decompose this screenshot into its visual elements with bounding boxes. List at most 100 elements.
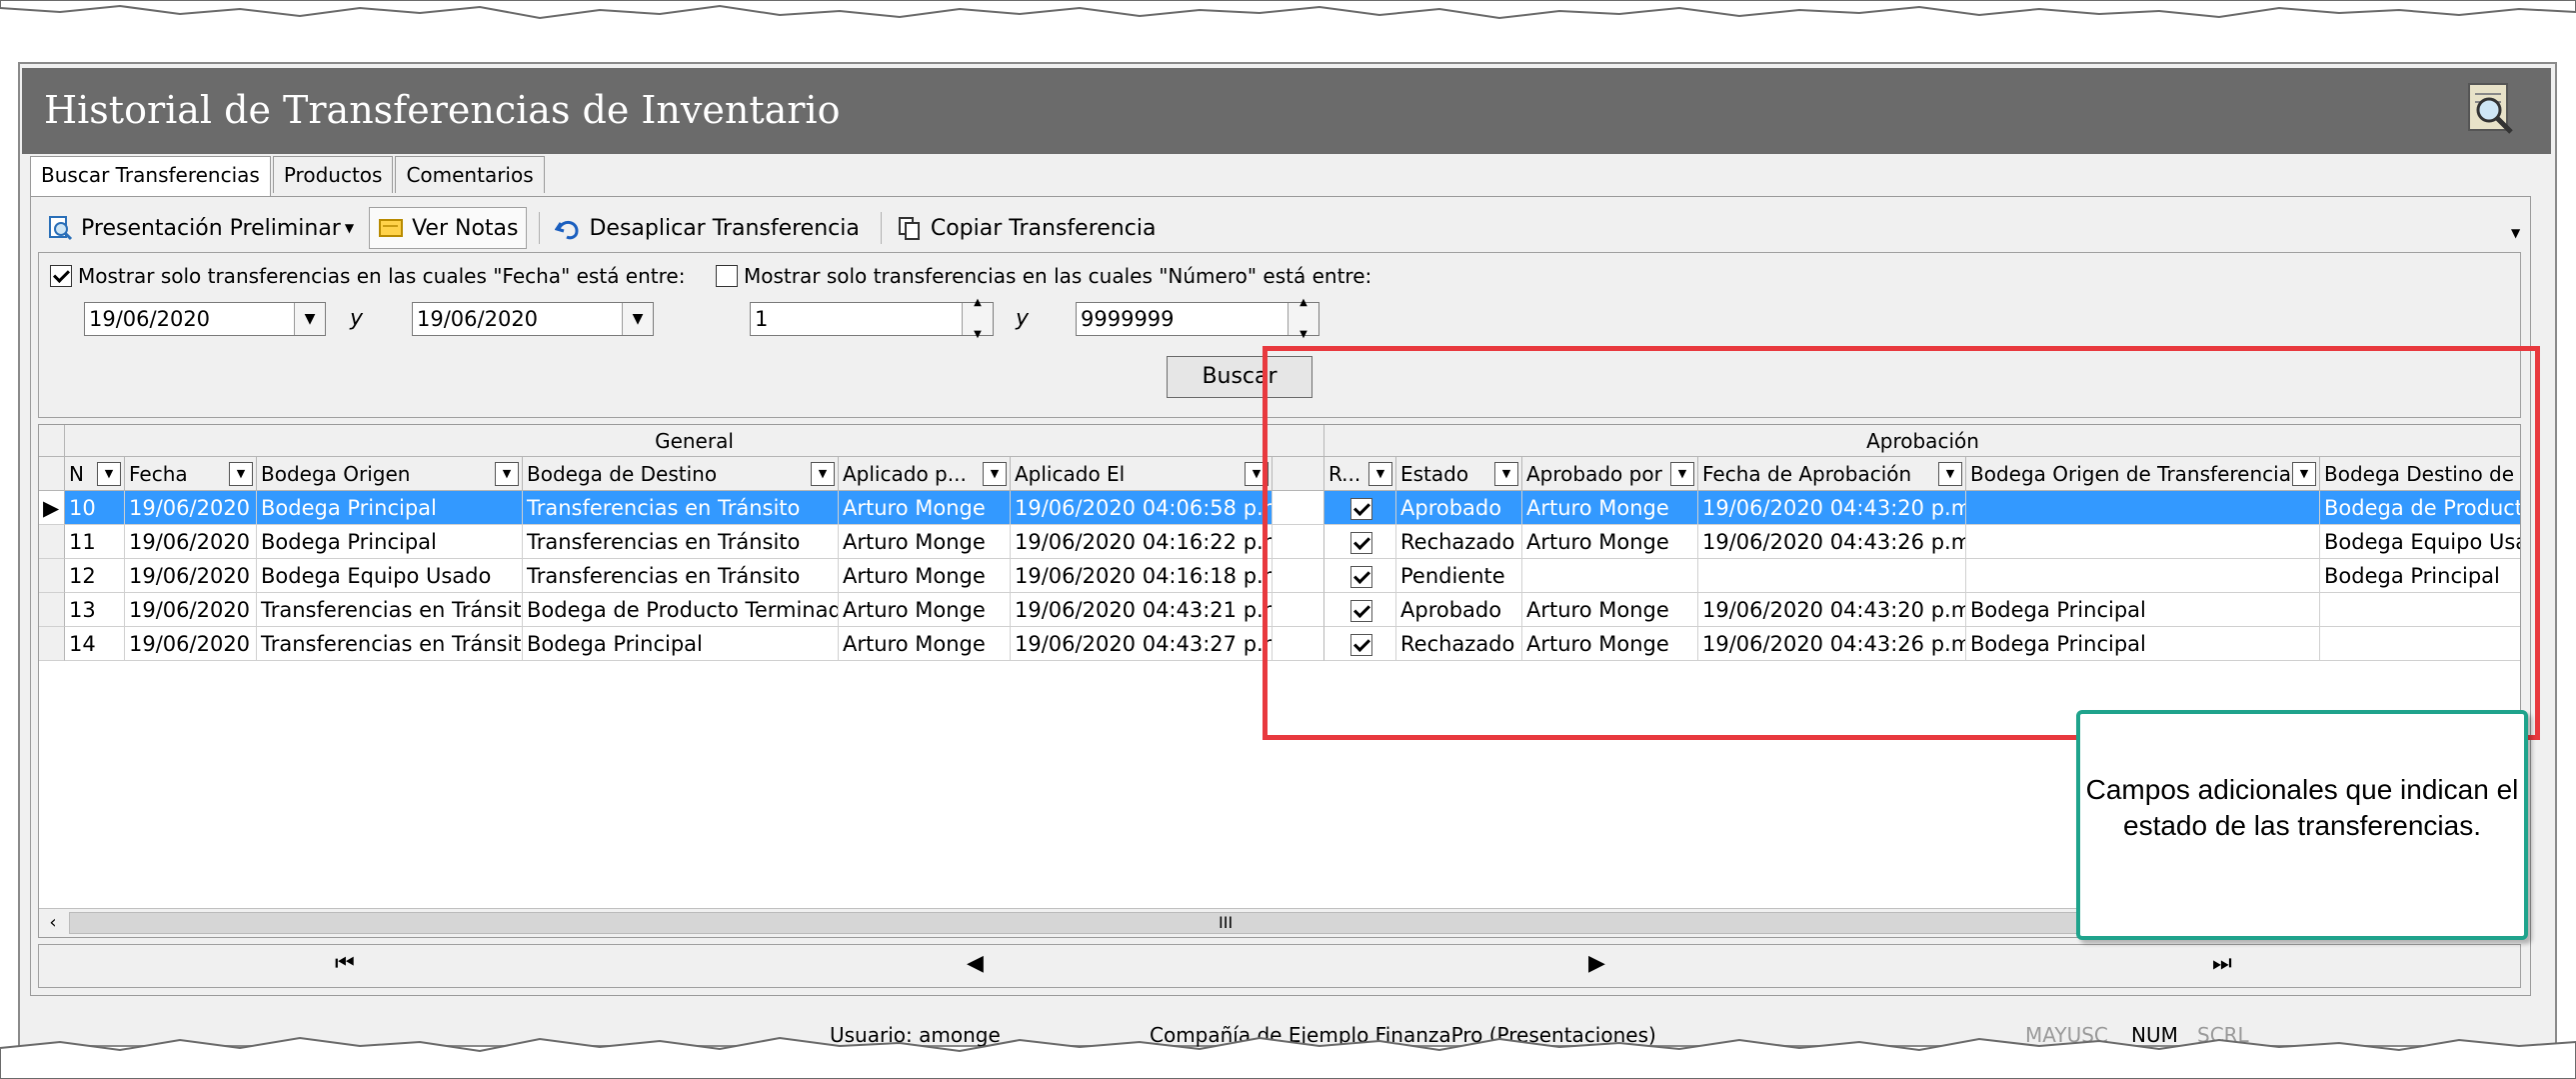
date-to-value: 19/06/2020 bbox=[417, 307, 539, 331]
tab-buscar-transferencias[interactable]: Buscar Transferencias bbox=[30, 156, 271, 197]
cell-aplicado-por: Arturo Monge bbox=[839, 593, 1011, 627]
torn-edge-bottom bbox=[0, 1036, 2576, 1079]
cell-number: 11 bbox=[65, 525, 125, 559]
view-notes-label: Ver Notas bbox=[412, 215, 519, 241]
column-header-label: N bbox=[69, 462, 84, 486]
band-general: General bbox=[65, 425, 1324, 457]
undo-icon bbox=[555, 221, 579, 240]
column-header-fecha[interactable]: Fecha ▼ bbox=[125, 457, 257, 491]
filter-dropdown-icon[interactable]: ▼ bbox=[811, 462, 835, 486]
title-bar: Historial de Transferencias de Inventari… bbox=[22, 68, 2551, 154]
scroll-thumb[interactable] bbox=[69, 912, 2188, 934]
callout-note: Campos adicionales que indican el estado… bbox=[2076, 710, 2528, 940]
date-to-field[interactable]: 19/06/2020 ▼ bbox=[412, 302, 654, 336]
column-header-label: Aplicado p... bbox=[843, 462, 967, 486]
cell-origen: Transferencias en Tránsito bbox=[257, 593, 523, 627]
number-filter-option[interactable]: Mostrar solo transferencias en las cuale… bbox=[716, 264, 1371, 288]
date-filter-option[interactable]: Mostrar solo transferencias en las cuale… bbox=[50, 264, 685, 288]
dropdown-arrow-icon: ▼ bbox=[344, 221, 355, 235]
cell-number: 12 bbox=[65, 559, 125, 593]
filter-dropdown-icon[interactable]: ▼ bbox=[495, 462, 519, 486]
and-label: y bbox=[1016, 306, 1030, 331]
scroll-left-icon[interactable]: ‹ bbox=[39, 909, 67, 937]
cell-origen: Bodega Equipo Usado bbox=[257, 559, 523, 593]
date-from-field[interactable]: 19/06/2020 ▼ bbox=[84, 302, 326, 336]
next-record-icon[interactable]: ▶ bbox=[1588, 951, 1605, 976]
unapply-transfer-button[interactable]: Desaplicar Transferencia bbox=[546, 207, 868, 249]
number-to-value: 9999999 bbox=[1081, 307, 1175, 331]
cell-aplicado-por: Arturo Monge bbox=[839, 525, 1011, 559]
print-preview-icon bbox=[49, 216, 73, 241]
previous-record-icon[interactable]: ◀ bbox=[967, 951, 984, 976]
cell-destino: Transferencias en Tránsito bbox=[523, 559, 839, 593]
filter-dropdown-icon[interactable]: ▼ bbox=[97, 462, 121, 486]
highlight-box bbox=[1263, 346, 2540, 740]
copy-icon bbox=[898, 217, 920, 240]
spin-arrows-icon[interactable]: ▲ ▼ bbox=[1288, 297, 1318, 340]
column-header-bodega-destino[interactable]: Bodega de Destino ▼ bbox=[523, 457, 839, 491]
row-indicator-header bbox=[39, 457, 65, 491]
row-indicator bbox=[39, 559, 65, 593]
column-header-bodega-origen[interactable]: Bodega Origen ▼ bbox=[257, 457, 523, 491]
preview-label: Presentación Preliminar bbox=[81, 215, 341, 241]
view-notes-button[interactable]: Ver Notas bbox=[369, 207, 528, 249]
cell-number: 13 bbox=[65, 593, 125, 627]
cell-aplicado-el: 19/06/2020 04:43:27 p.m. bbox=[1011, 627, 1273, 661]
toolbar: Presentación Preliminar ▼ Ver Notas Desa… bbox=[38, 206, 1171, 250]
cell-aplicado-el: 19/06/2020 04:16:22 p.m. bbox=[1011, 525, 1273, 559]
cell-aplicado-por: Arturo Monge bbox=[839, 627, 1011, 661]
date-from-value: 19/06/2020 bbox=[89, 307, 211, 331]
column-header-aplicado-por[interactable]: Aplicado p... ▼ bbox=[839, 457, 1011, 491]
row-indicator bbox=[39, 525, 65, 559]
last-record-icon[interactable]: ⏭ bbox=[2212, 951, 2232, 976]
copy-transfer-button[interactable]: Copiar Transferencia bbox=[888, 207, 1166, 249]
column-header-label: Aplicado El bbox=[1015, 462, 1126, 486]
number-to-stepper[interactable]: 9999999 ▲ ▼ bbox=[1076, 297, 1319, 340]
tab-comentarios[interactable]: Comentarios bbox=[395, 156, 545, 193]
filter-dropdown-icon[interactable]: ▼ bbox=[229, 462, 253, 486]
torn-edge-top bbox=[0, 0, 2576, 20]
magnifier-document-icon bbox=[2468, 83, 2513, 134]
row-indicator bbox=[39, 593, 65, 627]
cell-number: 14 bbox=[65, 627, 125, 661]
cell-aplicado-por: Arturo Monge bbox=[839, 559, 1011, 593]
date-filter-checkbox[interactable] bbox=[50, 265, 72, 287]
cell-origen: Bodega Principal bbox=[257, 525, 523, 559]
cell-aplicado-el: 19/06/2020 04:06:58 p.m. bbox=[1011, 491, 1273, 525]
number-from-value: 1 bbox=[755, 307, 769, 331]
cell-fecha: 19/06/2020 bbox=[125, 491, 257, 525]
number-from-stepper[interactable]: 1 ▲ ▼ bbox=[750, 297, 994, 340]
cell-fecha: 19/06/2020 bbox=[125, 593, 257, 627]
toolbar-overflow-icon[interactable]: ▼ bbox=[2511, 226, 2520, 240]
toolbar-separator bbox=[880, 212, 882, 244]
band-spacer bbox=[39, 425, 65, 457]
column-header-aplicado-el[interactable]: Aplicado El ▼ bbox=[1011, 457, 1273, 491]
cell-fecha: 19/06/2020 bbox=[125, 525, 257, 559]
column-header-label: Bodega de Destino bbox=[527, 462, 718, 486]
cell-aplicado-por: Arturo Monge bbox=[839, 491, 1011, 525]
column-header-number[interactable]: N ▼ bbox=[65, 457, 125, 491]
and-label: y bbox=[350, 306, 364, 331]
filter-dropdown-icon[interactable]: ▼ bbox=[983, 462, 1007, 486]
row-indicator bbox=[39, 627, 65, 661]
preview-button[interactable]: Presentación Preliminar ▼ bbox=[38, 207, 363, 249]
copy-transfer-label: Copiar Transferencia bbox=[930, 215, 1157, 241]
current-row-icon: ▶ bbox=[39, 491, 65, 525]
chevron-down-icon[interactable]: ▼ bbox=[294, 303, 325, 335]
cell-origen: Transferencias en Tránsito bbox=[257, 627, 523, 661]
tab-productos[interactable]: Productos bbox=[272, 156, 394, 193]
cell-aplicado-el: 19/06/2020 04:16:18 p.m. bbox=[1011, 559, 1273, 593]
note-icon bbox=[379, 219, 404, 237]
tab-strip: Buscar Transferencias Productos Comentar… bbox=[30, 156, 547, 197]
number-filter-checkbox[interactable] bbox=[716, 265, 738, 287]
chevron-down-icon[interactable]: ▼ bbox=[622, 303, 653, 335]
cell-destino: Transferencias en Tránsito bbox=[523, 491, 839, 525]
cell-origen: Bodega Principal bbox=[257, 491, 523, 525]
unapply-transfer-label: Desaplicar Transferencia bbox=[589, 215, 860, 241]
window-title: Historial de Transferencias de Inventari… bbox=[44, 88, 841, 132]
cell-fecha: 19/06/2020 bbox=[125, 627, 257, 661]
first-record-icon[interactable]: ⏮ bbox=[335, 951, 355, 976]
column-header-label: Fecha bbox=[129, 462, 188, 486]
spin-arrows-icon[interactable]: ▲ ▼ bbox=[962, 297, 993, 340]
column-header-label: Bodega Origen bbox=[261, 462, 411, 486]
